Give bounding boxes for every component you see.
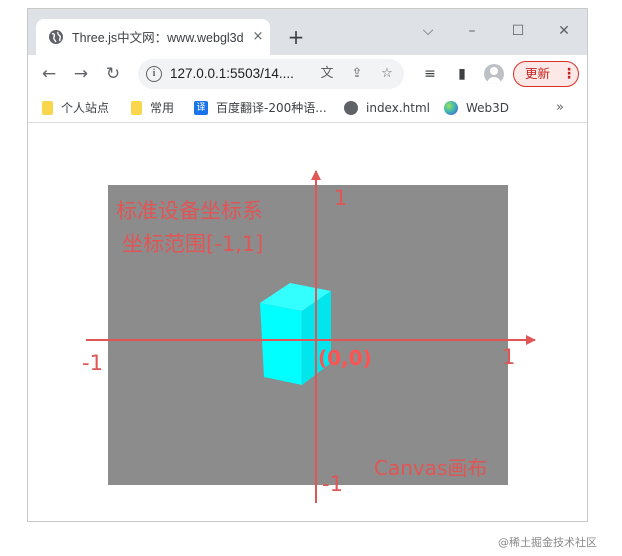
globe-icon: [344, 100, 358, 115]
folder-icon: [131, 100, 142, 115]
tab-strip: Three.js中文网：www.webgl3d × + ⌵ – ☐ ✕: [28, 9, 587, 55]
back-button[interactable]: ←: [38, 63, 60, 85]
bookmark-item[interactable]: Web3D: [444, 99, 509, 117]
bookmark-item[interactable]: 个人站点: [42, 99, 109, 117]
page-content: 标准设备坐标系 坐标范围[-1,1] 1 -1 -1 1 (0,0) Canva…: [28, 123, 587, 521]
watermark: @稀土掘金技术社区: [498, 536, 597, 549]
y-axis-top-label: 1: [334, 186, 347, 210]
x-axis-right-label: 1: [502, 345, 515, 369]
coordinate-diagram: 标准设备坐标系 坐标范围[-1,1] 1 -1 -1 1 (0,0) Canva…: [82, 170, 536, 503]
site-info-icon[interactable]: i: [146, 66, 162, 82]
tab-search-icon[interactable]: ⌵: [416, 21, 440, 41]
bookmark-label: 常用: [150, 101, 175, 115]
bookmark-star-icon[interactable]: ☆: [378, 66, 396, 82]
browser-window: Three.js中文网：www.webgl3d × + ⌵ – ☐ ✕ ← → …: [27, 8, 588, 522]
update-button[interactable]: 更新 ⋮: [513, 61, 579, 87]
canvas-label: Canvas画布: [374, 456, 487, 480]
new-tab-button[interactable]: +: [284, 25, 308, 49]
window-close-icon[interactable]: ✕: [552, 21, 576, 41]
globe-icon: [49, 30, 63, 44]
reload-button[interactable]: ↻: [102, 63, 124, 85]
folder-icon: [42, 100, 53, 115]
kebab-menu-icon[interactable]: ⋮: [562, 65, 576, 83]
update-label: 更新: [525, 66, 551, 81]
translate-icon[interactable]: ⽂: [318, 66, 336, 82]
profile-avatar[interactable]: [484, 64, 504, 84]
bookmark-item[interactable]: index.html: [344, 99, 430, 117]
maximize-icon[interactable]: ☐: [506, 21, 530, 41]
web3d-icon: [444, 100, 458, 115]
y-axis-bottom-label: -1: [322, 472, 343, 496]
browser-toolbar: ← → ↻ i 127.0.0.1:5503/14.... ⽂ ⇪ ☆ ≡ ▮ …: [28, 55, 587, 93]
minimize-icon[interactable]: –: [460, 21, 484, 41]
close-icon[interactable]: ×: [250, 29, 266, 45]
side-panel-icon[interactable]: ▮: [452, 64, 472, 84]
bookmark-item[interactable]: 译百度翻译-200种语...: [194, 99, 327, 117]
address-bar[interactable]: i 127.0.0.1:5503/14.... ⽂ ⇪ ☆: [138, 59, 404, 89]
tab-title: Three.js中文网：www.webgl3d: [72, 31, 244, 45]
origin-label: (0,0): [318, 346, 372, 370]
diagram-title-line1: 标准设备坐标系: [116, 199, 263, 223]
bookmark-label: 百度翻译-200种语...: [216, 101, 327, 115]
translate-icon: 译: [194, 100, 208, 115]
url-text[interactable]: 127.0.0.1:5503/14....: [170, 65, 310, 83]
bookmark-item[interactable]: 常用: [131, 99, 174, 117]
bookmark-label: 个人站点: [61, 101, 110, 115]
more-bookmarks-icon[interactable]: »: [556, 99, 564, 117]
reading-list-icon[interactable]: ≡: [420, 64, 440, 84]
share-icon[interactable]: ⇪: [348, 66, 366, 82]
cube-front-face: [260, 303, 302, 385]
bookmarks-bar: 个人站点 常用 译百度翻译-200种语... index.html Web3D …: [28, 93, 587, 123]
bookmark-label: Web3D: [466, 101, 510, 115]
bookmark-label: index.html: [366, 101, 430, 115]
forward-button[interactable]: →: [70, 63, 92, 85]
active-tab[interactable]: Three.js中文网：www.webgl3d ×: [36, 19, 270, 55]
diagram-title-line2: 坐标范围[-1,1]: [122, 232, 263, 256]
x-axis-left-label: -1: [82, 351, 103, 375]
